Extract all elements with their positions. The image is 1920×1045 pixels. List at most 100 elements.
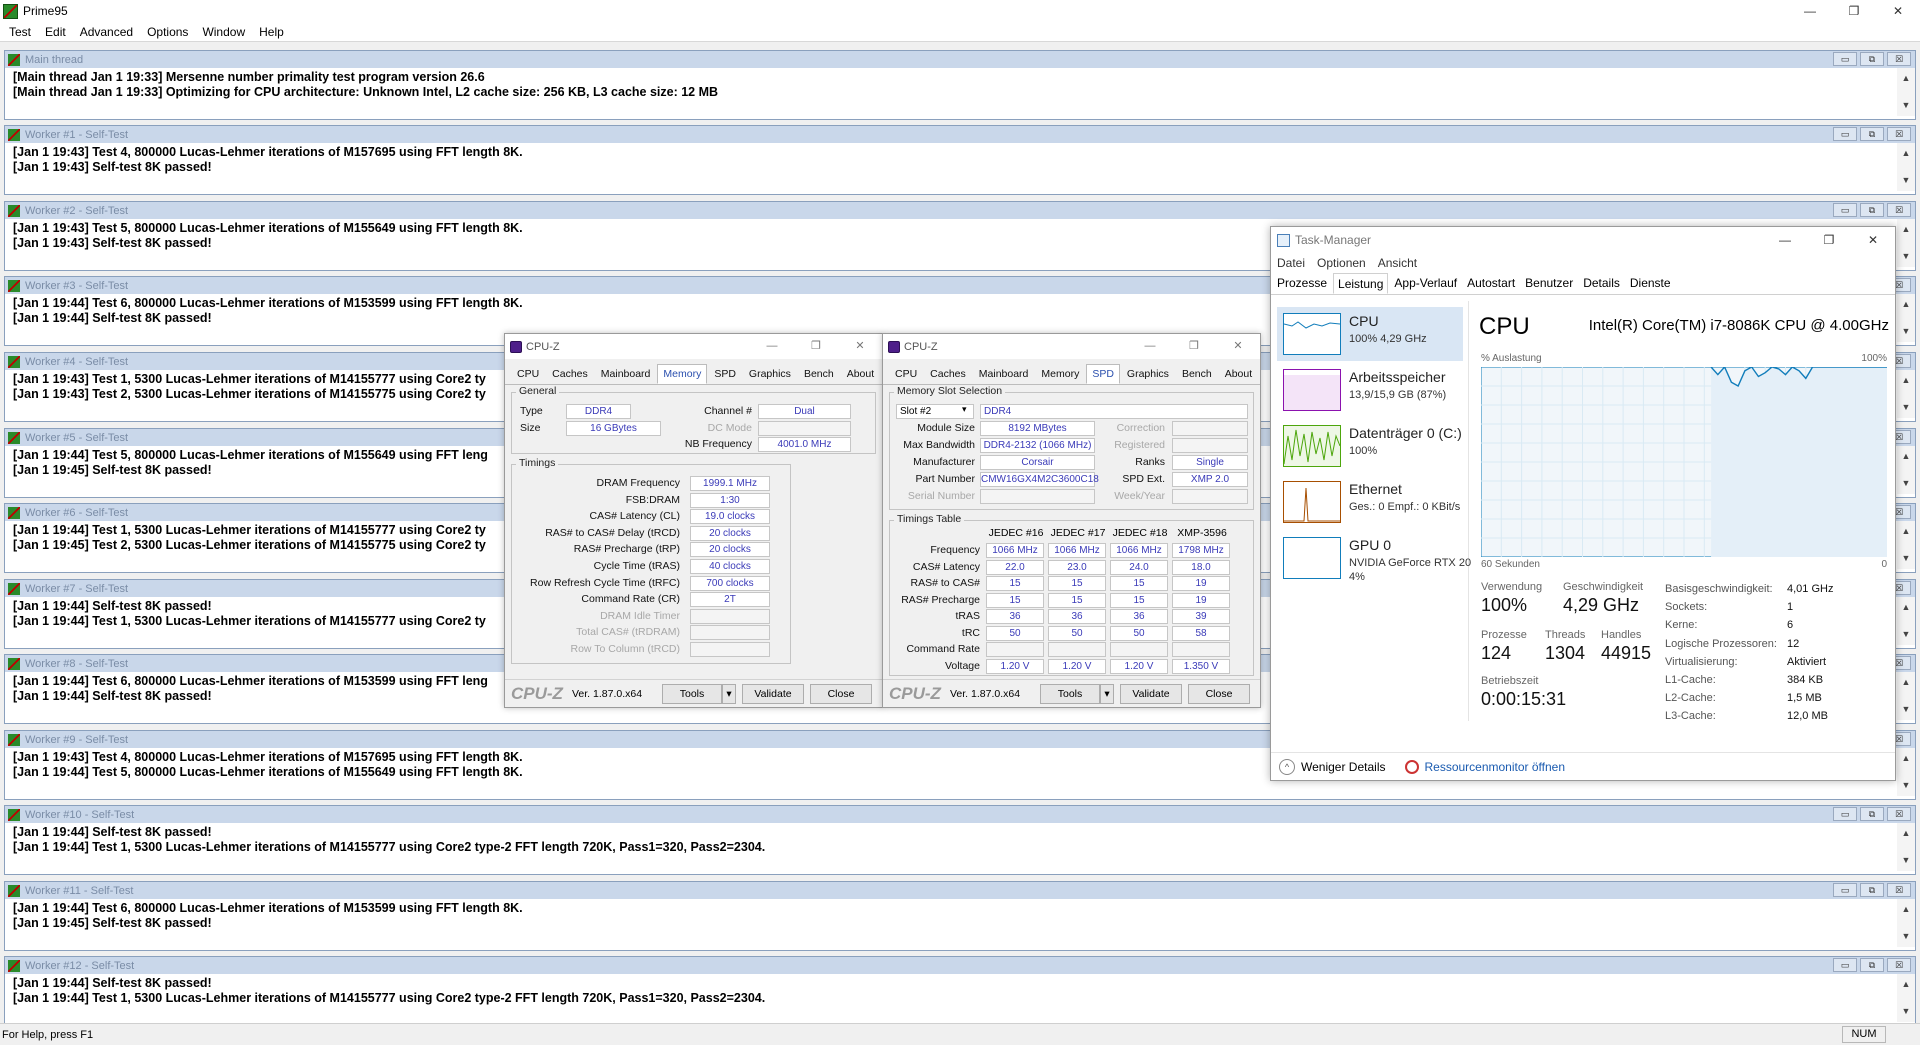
minimize-button[interactable]: ▭ <box>1833 203 1857 217</box>
minimize-button[interactable]: ▭ <box>1833 807 1857 821</box>
tab-mainboard[interactable]: Mainboard <box>595 364 657 384</box>
close-button[interactable]: ✕ <box>1216 334 1260 359</box>
minimize-button[interactable]: — <box>1763 227 1807 253</box>
sidebar-item-gpu[interactable]: GPU 0 NVIDIA GeForce RTX 20 4% <box>1277 531 1471 585</box>
scroll-down-icon[interactable]: ▼ <box>1902 551 1911 566</box>
minimize-button[interactable]: — <box>1788 0 1832 22</box>
menu-ansicht[interactable]: Ansicht <box>1372 256 1423 270</box>
maximize-button[interactable]: ❐ <box>1172 334 1216 359</box>
tab-memory[interactable]: Memory <box>1035 364 1085 384</box>
tab-benutzer[interactable]: Benutzer <box>1521 273 1577 294</box>
close-button[interactable]: ✕ <box>838 334 882 359</box>
tools-dropdown-arrow[interactable]: ▾ <box>722 683 736 704</box>
minimize-button[interactable]: ▭ <box>1833 958 1857 972</box>
tab-caches[interactable]: Caches <box>924 364 972 384</box>
worker-log[interactable]: [Jan 1 19:43] Test 4, 800000 Lucas-Lehme… <box>5 143 1915 191</box>
scroll-up-icon[interactable]: ▲ <box>1902 449 1911 464</box>
validate-button[interactable]: Validate <box>742 683 804 704</box>
resource-monitor-link[interactable]: Ressourcenmonitor öffnen <box>1424 760 1565 774</box>
menu-edit[interactable]: Edit <box>38 25 73 39</box>
scroll-up-icon[interactable]: ▲ <box>1902 146 1911 161</box>
tab-memory[interactable]: Memory <box>657 364 708 384</box>
worker-window[interactable]: Worker #10 - Self-Test ▭ ⧉ ☒ [Jan 1 19:44] S… <box>4 805 1916 875</box>
tab-graphics[interactable]: Graphics <box>1121 364 1175 384</box>
vertical-scrollbar[interactable]: ▲ ▼ <box>1897 68 1915 116</box>
chevron-down-icon[interactable]: ▾ <box>962 404 967 415</box>
scroll-up-icon[interactable]: ▲ <box>1902 222 1911 237</box>
close-dialog-button[interactable]: Close <box>810 683 872 704</box>
menu-test[interactable]: Test <box>2 25 38 39</box>
scroll-down-icon[interactable]: ▼ <box>1902 778 1911 793</box>
scroll-down-icon[interactable]: ▼ <box>1902 98 1911 113</box>
vertical-scrollbar[interactable]: ▲ ▼ <box>1897 899 1915 947</box>
scroll-up-icon[interactable]: ▲ <box>1902 826 1911 841</box>
maximize-button[interactable]: ❐ <box>1832 0 1876 22</box>
minimize-button[interactable]: — <box>750 334 794 359</box>
tab-details[interactable]: Details <box>1579 273 1624 294</box>
scroll-up-icon[interactable]: ▲ <box>1902 675 1911 690</box>
scroll-down-icon[interactable]: ▼ <box>1902 173 1911 188</box>
scroll-down-icon[interactable]: ▼ <box>1902 324 1911 339</box>
task-manager-window[interactable]: Task-Manager — ❐ ✕ Datei Optionen Ansicht … <box>1270 226 1896 781</box>
scroll-up-icon[interactable]: ▲ <box>1902 297 1911 312</box>
scroll-down-icon[interactable]: ▼ <box>1902 249 1911 264</box>
tools-button[interactable]: Tools <box>662 683 722 704</box>
less-details-link[interactable]: Weniger Details <box>1301 760 1385 774</box>
minimize-button[interactable]: — <box>1128 334 1172 359</box>
vertical-scrollbar[interactable]: ▲ ▼ <box>1897 370 1915 418</box>
worker-window[interactable]: Main thread ▭ ⧉ ☒ [Main thread Jan 1 19:33] … <box>4 50 1916 120</box>
scroll-up-icon[interactable]: ▲ <box>1902 71 1911 86</box>
vertical-scrollbar[interactable]: ▲ ▼ <box>1897 748 1915 796</box>
chevron-up-icon[interactable]: ^ <box>1279 758 1295 775</box>
close-button[interactable]: ✕ <box>1876 0 1920 22</box>
close-button[interactable]: ☒ <box>1887 52 1911 66</box>
close-button[interactable]: ☒ <box>1887 883 1911 897</box>
restore-button[interactable]: ⧉ <box>1860 127 1884 141</box>
tab-graphics[interactable]: Graphics <box>743 364 797 384</box>
vertical-scrollbar[interactable]: ▲ ▼ <box>1897 143 1915 191</box>
sidebar-item-disk[interactable]: Datenträger 0 (C:) 100% <box>1277 419 1463 473</box>
tab-bench[interactable]: Bench <box>1176 364 1218 384</box>
tab-app-verlauf[interactable]: App-Verlauf <box>1390 273 1461 294</box>
restore-button[interactable]: ⧉ <box>1860 807 1884 821</box>
close-button[interactable]: ✕ <box>1851 227 1895 253</box>
close-dialog-button[interactable]: Close <box>1188 683 1250 704</box>
tools-button[interactable]: Tools <box>1040 683 1100 704</box>
vertical-scrollbar[interactable]: ▲ ▼ <box>1897 294 1915 342</box>
tab-spd[interactable]: SPD <box>708 364 742 384</box>
tab-spd[interactable]: SPD <box>1086 364 1120 384</box>
minimize-button[interactable]: ▭ <box>1833 127 1857 141</box>
tab-mainboard[interactable]: Mainboard <box>973 364 1035 384</box>
restore-button[interactable]: ⧉ <box>1860 958 1884 972</box>
tab-about[interactable]: About <box>841 364 880 384</box>
worker-window[interactable]: Worker #1 - Self-Test ▭ ⧉ ☒ [Jan 1 19:43] Te… <box>4 125 1916 195</box>
tab-leistung[interactable]: Leistung <box>1333 273 1389 294</box>
worker-log[interactable]: [Jan 1 19:44] Test 6, 800000 Lucas-Lehme… <box>5 899 1915 947</box>
scroll-up-icon[interactable]: ▲ <box>1902 524 1911 539</box>
minimize-button[interactable]: ▭ <box>1833 52 1857 66</box>
menu-window[interactable]: Window <box>195 25 252 39</box>
vertical-scrollbar[interactable]: ▲ ▼ <box>1897 521 1915 569</box>
vertical-scrollbar[interactable]: ▲ ▼ <box>1897 672 1915 720</box>
close-button[interactable]: ☒ <box>1887 127 1911 141</box>
tab-prozesse[interactable]: Prozesse <box>1273 273 1331 294</box>
tab-caches[interactable]: Caches <box>546 364 594 384</box>
sidebar-item-memory[interactable]: Arbeitsspeicher 13,9/15,9 GB (87%) <box>1277 363 1463 417</box>
scroll-down-icon[interactable]: ▼ <box>1902 627 1911 642</box>
menu-options[interactable]: Options <box>140 25 195 39</box>
menu-help[interactable]: Help <box>252 25 291 39</box>
sidebar-item-cpu[interactable]: CPU 100% 4,29 GHz <box>1277 307 1463 361</box>
worker-window[interactable]: Worker #12 - Self-Test ▭ ⧉ ☒ [Jan 1 19:44] S… <box>4 956 1916 1026</box>
restore-button[interactable]: ⧉ <box>1860 883 1884 897</box>
close-button[interactable]: ☒ <box>1887 807 1911 821</box>
worker-window[interactable]: Worker #11 - Self-Test ▭ ⧉ ☒ [Jan 1 19:44] T… <box>4 881 1916 951</box>
worker-log[interactable]: [Jan 1 19:44] Self-test 8K passed! [Jan 1… <box>5 974 1915 1022</box>
scroll-down-icon[interactable]: ▼ <box>1902 1004 1911 1019</box>
cpuz-memory-window[interactable]: CPU-Z — ❐ ✕ CPU Caches Mainboard Memory SP… <box>504 333 883 708</box>
vertical-scrollbar[interactable]: ▲ ▼ <box>1897 219 1915 267</box>
scroll-down-icon[interactable]: ▼ <box>1902 929 1911 944</box>
sidebar-item-ethernet[interactable]: Ethernet Ges.: 0 Empf.: 0 KBit/s <box>1277 475 1463 529</box>
menu-advanced[interactable]: Advanced <box>73 25 140 39</box>
scroll-up-icon[interactable]: ▲ <box>1902 902 1911 917</box>
tab-about[interactable]: About <box>1219 364 1258 384</box>
